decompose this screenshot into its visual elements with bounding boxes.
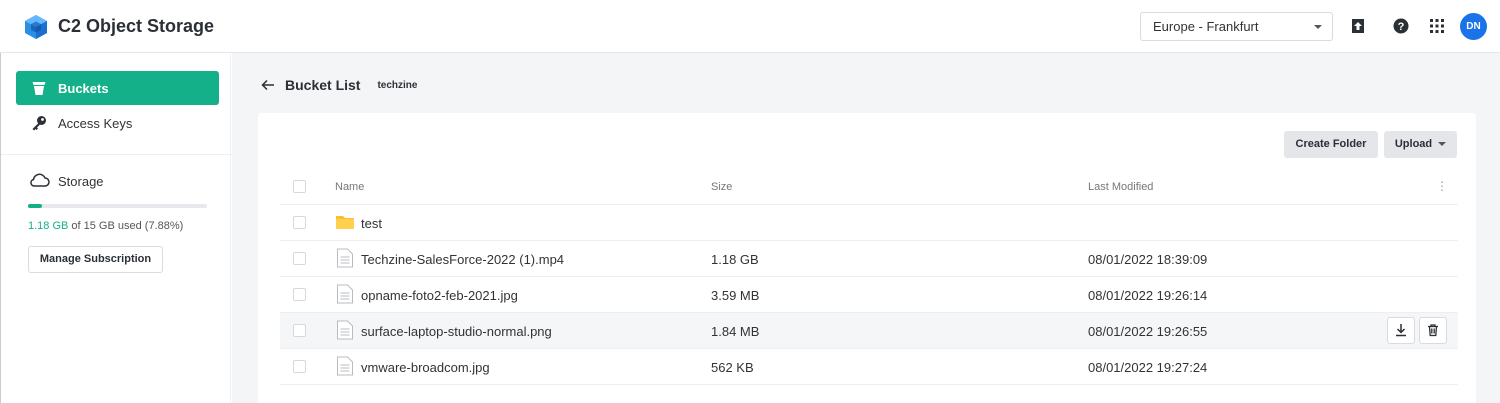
key-icon bbox=[32, 116, 46, 131]
row-checkbox[interactable] bbox=[293, 288, 306, 301]
column-header-size[interactable]: Size bbox=[711, 181, 732, 193]
storage-label: Storage bbox=[58, 174, 104, 189]
file-modified: 08/01/2022 19:27:24 bbox=[1088, 360, 1208, 375]
file-table: Name Size Last Modified ⋮ test Techzine-… bbox=[280, 169, 1458, 385]
download-icon bbox=[1396, 324, 1406, 337]
avatar[interactable]: DN bbox=[1460, 13, 1487, 40]
region-selected-value: Europe - Frankfurt bbox=[1153, 19, 1259, 34]
sidebar-divider bbox=[1, 154, 232, 155]
current-bucket-name: techzine bbox=[377, 79, 418, 91]
file-icon bbox=[337, 320, 353, 340]
breadcrumb: Bucket List techzine bbox=[261, 77, 417, 93]
table-row[interactable]: Techzine-SalesForce-2022 (1).mp4 1.18 GB… bbox=[280, 241, 1458, 277]
back-arrow-icon[interactable] bbox=[261, 78, 275, 92]
bucket-icon bbox=[32, 82, 46, 95]
column-menu-icon[interactable]: ⋮ bbox=[1436, 179, 1448, 193]
home-upload-icon[interactable] bbox=[1350, 18, 1366, 34]
bucket-list-link[interactable]: Bucket List bbox=[285, 77, 360, 93]
app-title[interactable]: C2 Object Storage bbox=[58, 16, 214, 37]
storage-usage-text: 1.18 GB of 15 GB used (7.88%) bbox=[28, 220, 183, 232]
chevron-down-icon bbox=[1314, 25, 1322, 29]
file-modified: 08/01/2022 19:26:55 bbox=[1088, 324, 1208, 339]
download-button[interactable] bbox=[1387, 317, 1415, 344]
svg-text:?: ? bbox=[1398, 21, 1405, 33]
table-row[interactable]: surface-laptop-studio-normal.png 1.84 MB… bbox=[280, 313, 1458, 349]
file-modified: 08/01/2022 18:39:09 bbox=[1088, 252, 1208, 267]
file-name[interactable]: opname-foto2-feb-2021.jpg bbox=[361, 288, 518, 303]
file-name[interactable]: Techzine-SalesForce-2022 (1).mp4 bbox=[361, 252, 564, 267]
file-icon bbox=[337, 356, 353, 376]
sidebar-item-label: Access Keys bbox=[58, 116, 133, 131]
file-name[interactable]: surface-laptop-studio-normal.png bbox=[361, 324, 552, 339]
column-header-name[interactable]: Name bbox=[335, 181, 364, 193]
sidebar-item-label: Buckets bbox=[58, 81, 109, 96]
create-folder-button[interactable]: Create Folder bbox=[1284, 131, 1378, 158]
delete-button[interactable] bbox=[1419, 317, 1447, 344]
trash-icon bbox=[1428, 324, 1438, 337]
file-size: 1.18 GB bbox=[711, 252, 759, 267]
storage-usage-rest: of 15 GB used (7.88%) bbox=[68, 220, 184, 232]
main-content: Bucket List techzine Create Folder Uploa… bbox=[232, 53, 1500, 403]
region-select[interactable]: Europe - Frankfurt bbox=[1140, 12, 1333, 41]
file-size: 3.59 MB bbox=[711, 288, 760, 303]
help-icon[interactable]: ? bbox=[1393, 18, 1409, 34]
storage-progress-bar bbox=[28, 204, 207, 208]
row-checkbox[interactable] bbox=[293, 360, 306, 373]
file-icon bbox=[337, 284, 353, 304]
apps-grid-icon[interactable] bbox=[1429, 18, 1445, 34]
table-row[interactable]: test bbox=[280, 205, 1458, 241]
cloud-icon bbox=[30, 173, 50, 187]
file-size: 1.84 MB bbox=[711, 324, 760, 339]
sidebar: Buckets Access Keys Storage 1.18 GB of 1… bbox=[0, 53, 232, 403]
column-header-last-modified[interactable]: Last Modified bbox=[1088, 181, 1153, 193]
upload-button[interactable]: Upload bbox=[1384, 131, 1457, 158]
file-panel: Create Folder Upload Name Size Last Modi… bbox=[258, 113, 1476, 403]
row-checkbox[interactable] bbox=[293, 252, 306, 265]
folder-icon bbox=[336, 216, 354, 229]
select-all-checkbox[interactable] bbox=[293, 180, 306, 193]
chevron-down-icon bbox=[1438, 142, 1447, 147]
file-name[interactable]: test bbox=[361, 216, 382, 231]
sidebar-item-buckets[interactable]: Buckets bbox=[16, 71, 219, 105]
file-name[interactable]: vmware-broadcom.jpg bbox=[361, 360, 490, 375]
table-row[interactable]: opname-foto2-feb-2021.jpg 3.59 MB 08/01/… bbox=[280, 277, 1458, 313]
row-checkbox[interactable] bbox=[293, 216, 306, 229]
upload-label: Upload bbox=[1394, 138, 1433, 150]
file-modified: 08/01/2022 19:26:14 bbox=[1088, 288, 1208, 303]
table-header: Name Size Last Modified ⋮ bbox=[280, 169, 1458, 205]
table-row[interactable]: vmware-broadcom.jpg 562 KB 08/01/2022 19… bbox=[280, 349, 1458, 385]
manage-subscription-button[interactable]: Manage Subscription bbox=[28, 246, 163, 273]
top-header: C2 Object Storage Europe - Frankfurt ? D… bbox=[0, 0, 1500, 53]
sidebar-item-access-keys[interactable]: Access Keys bbox=[16, 106, 219, 140]
storage-used-value: 1.18 GB bbox=[28, 220, 69, 232]
cube-logo-icon[interactable] bbox=[24, 14, 48, 40]
storage-progress-fill bbox=[28, 204, 43, 208]
row-checkbox[interactable] bbox=[293, 324, 306, 337]
file-icon bbox=[337, 248, 353, 268]
file-size: 562 KB bbox=[711, 360, 754, 375]
